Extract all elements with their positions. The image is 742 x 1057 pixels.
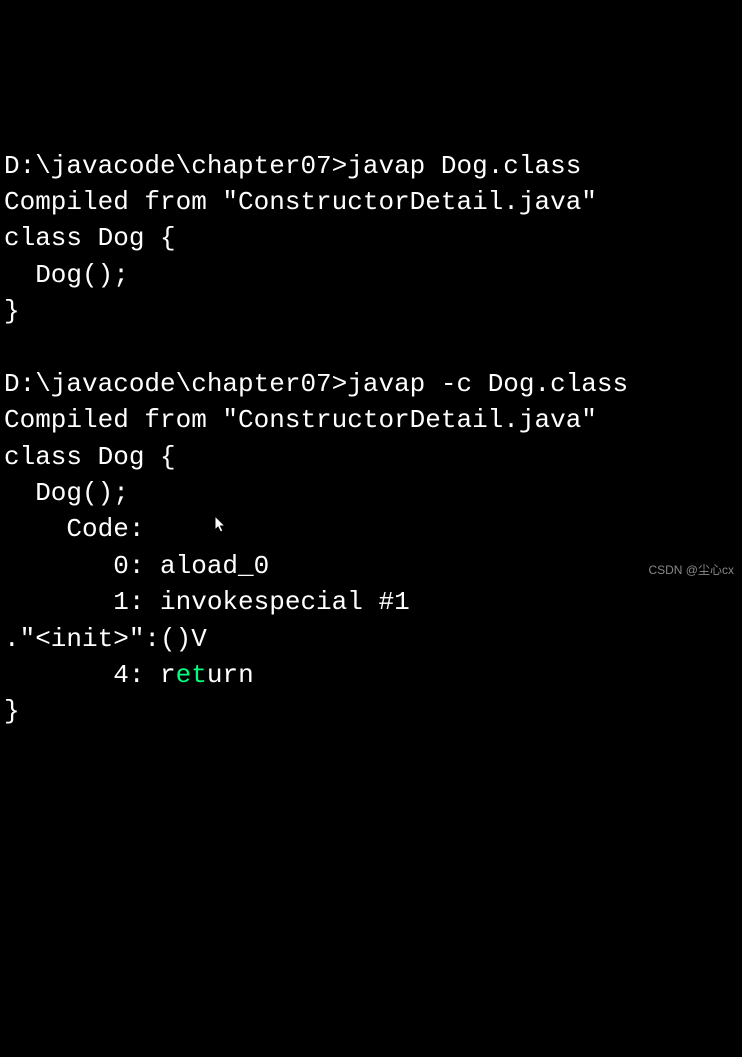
output-line: Compiled from "ConstructorDetail.java"	[4, 187, 597, 217]
prompt-1: D:\javacode\chapter07>	[4, 151, 347, 181]
terminal-output: D:\javacode\chapter07>javap Dog.class Co…	[4, 148, 738, 730]
output-line: urn	[207, 660, 254, 690]
output-line: Dog();	[4, 478, 129, 508]
highlighted-text: et	[176, 660, 207, 690]
output-line: Code:	[4, 514, 144, 544]
output-line: ."<init>":()V	[4, 624, 207, 654]
output-line: Compiled from "ConstructorDetail.java"	[4, 405, 597, 435]
output-line: class Dog {	[4, 442, 176, 472]
command-2: javap -c Dog.class	[347, 369, 628, 399]
output-line: }	[4, 696, 20, 726]
output-line: 0: aload_0	[4, 551, 269, 581]
output-line: 4: r	[4, 660, 176, 690]
command-1: javap Dog.class	[347, 151, 581, 181]
output-line: Dog();	[4, 260, 129, 290]
output-line: }	[4, 296, 20, 326]
output-line: 1: invokespecial #1	[4, 587, 410, 617]
prompt-2: D:\javacode\chapter07>	[4, 369, 347, 399]
output-line: class Dog {	[4, 223, 176, 253]
watermark-text: CSDN @尘心cx	[648, 562, 734, 579]
